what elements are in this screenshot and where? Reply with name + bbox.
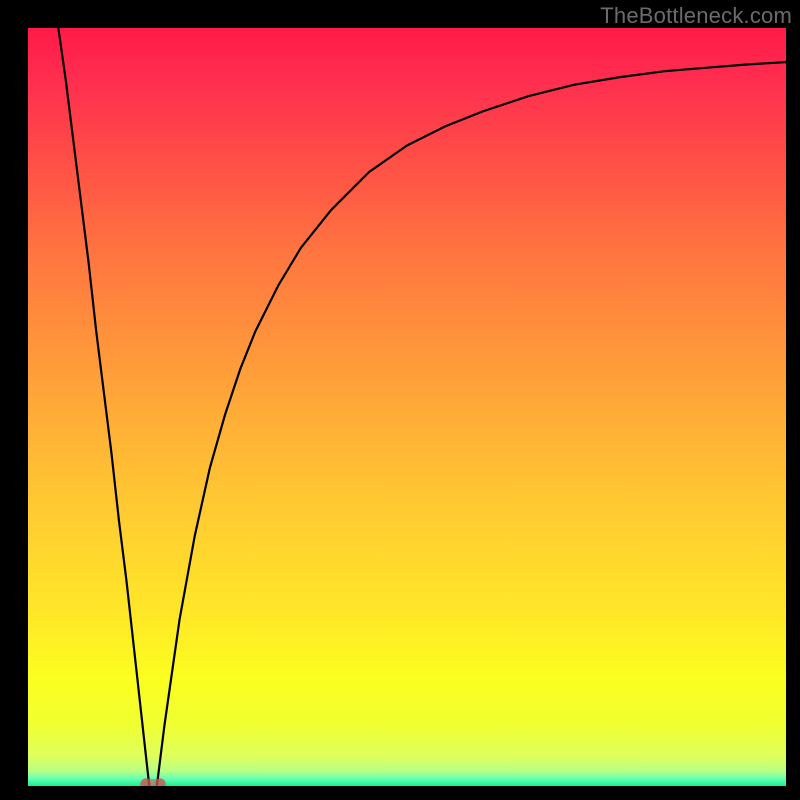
curve-layer	[28, 28, 786, 786]
chart-container: TheBottleneck.com	[0, 0, 800, 800]
curve-left-branch	[58, 28, 149, 786]
watermark-text: TheBottleneck.com	[600, 3, 792, 29]
minimum-marker-dot-icon	[155, 778, 165, 786]
plot-area	[28, 28, 786, 786]
curve-right-branch	[157, 62, 786, 786]
minimum-marker-dot-icon	[141, 778, 151, 786]
